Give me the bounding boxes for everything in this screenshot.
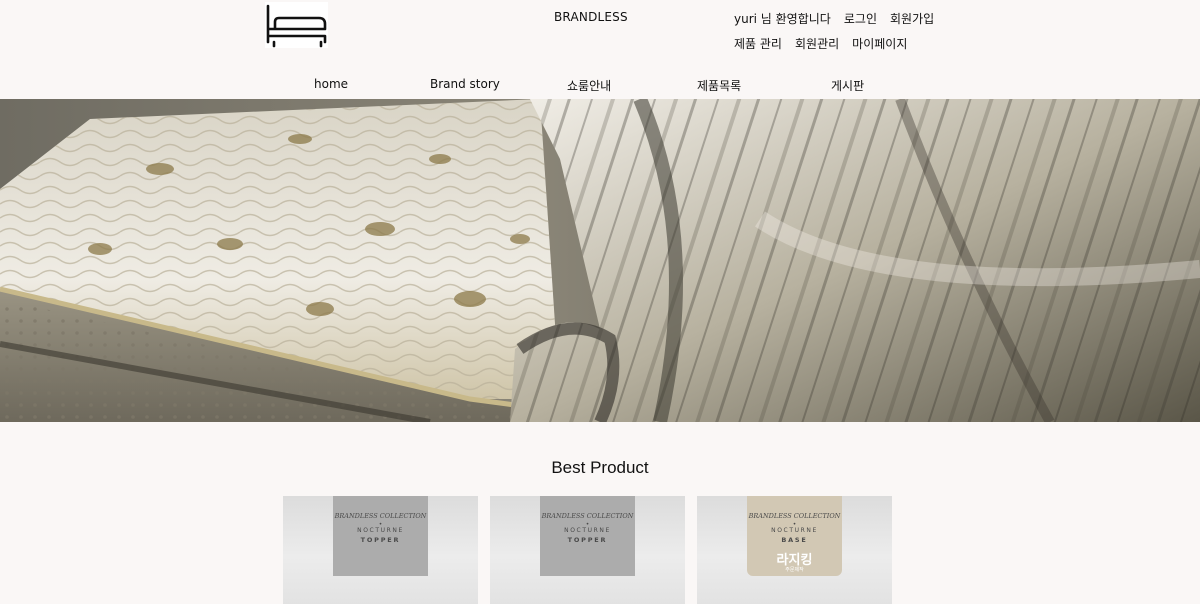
product-card[interactable]: BRANDLESS COLLECTION • NOCTURNE TOPPER xyxy=(490,496,685,604)
product-package-image: BRANDLESS COLLECTION • NOCTURNE TOPPER xyxy=(333,496,428,576)
mypage-link[interactable]: 마이페이지 xyxy=(852,35,907,52)
product-line: NOCTURNE xyxy=(564,527,611,534)
nav-brand-story[interactable]: Brand story xyxy=(430,77,500,91)
util-menu-bottom: 제품 관리 회원관리 마이페이지 xyxy=(734,35,907,52)
best-product-title: Best Product xyxy=(551,458,649,477)
product-name: BASE xyxy=(781,536,808,544)
product-card[interactable]: BRANDLESS COLLECTION • NOCTURNE BASE 라지킹… xyxy=(697,496,892,604)
product-line: NOCTURNE xyxy=(771,527,818,534)
main-nav: home Brand story 쇼룸안내 제품목록 게시판 xyxy=(0,77,1200,93)
product-admin-link[interactable]: 제품 관리 xyxy=(734,35,782,52)
product-collection: BRANDLESS COLLECTION xyxy=(334,512,427,520)
hero-banner-image xyxy=(0,99,1200,422)
product-name: TOPPER xyxy=(567,536,608,544)
brand-name[interactable]: BRANDLESS xyxy=(554,10,628,24)
nav-board[interactable]: 게시판 xyxy=(831,77,864,94)
util-menu-top: yuri 님 환영합니다 로그인 회원가입 xyxy=(734,10,934,27)
product-note: 주문제작 xyxy=(785,567,804,573)
product-collection: BRANDLESS COLLECTION xyxy=(541,512,634,520)
login-link[interactable]: 로그인 xyxy=(844,10,877,27)
member-admin-link[interactable]: 회원관리 xyxy=(795,35,839,52)
product-package-image: BRANDLESS COLLECTION • NOCTURNE BASE 라지킹… xyxy=(747,496,842,576)
product-name: TOPPER xyxy=(360,536,401,544)
welcome-text: yuri 님 환영합니다 xyxy=(734,12,831,26)
product-package-image: BRANDLESS COLLECTION • NOCTURNE TOPPER xyxy=(540,496,635,576)
bed-icon xyxy=(266,4,327,48)
nav-products[interactable]: 제품목록 xyxy=(697,77,741,94)
signup-link[interactable]: 회원가입 xyxy=(890,10,934,27)
product-card[interactable]: BRANDLESS COLLECTION • NOCTURNE TOPPER xyxy=(283,496,478,604)
site-logo[interactable] xyxy=(265,2,328,48)
product-line: NOCTURNE xyxy=(357,527,404,534)
nav-home[interactable]: home xyxy=(314,77,348,91)
product-collection: BRANDLESS COLLECTION xyxy=(748,512,841,520)
nav-showroom[interactable]: 쇼룸안내 xyxy=(567,77,611,94)
